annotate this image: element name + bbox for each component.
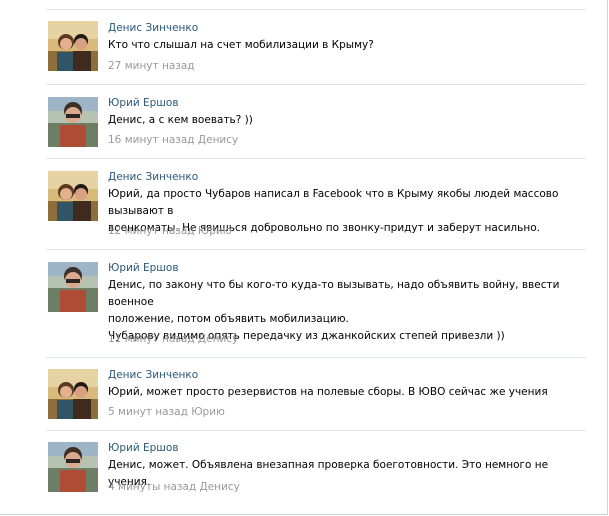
- comment-author-link[interactable]: Юрий Ершов: [108, 442, 179, 455]
- comment-time-link[interactable]: 4 минуты назад: [108, 481, 196, 493]
- comment-meta: 12 минут назад Юрию: [108, 225, 232, 238]
- comment-separator: [46, 249, 586, 250]
- man-photo-icon: [48, 442, 98, 492]
- man-photo-icon: [48, 97, 98, 147]
- comment-author-link[interactable]: Денис Зинченко: [108, 22, 198, 35]
- comment-time-link[interactable]: 27 минут назад: [108, 60, 195, 72]
- man-photo-icon: [48, 262, 98, 312]
- couple-photo-icon: [48, 171, 98, 221]
- comment-author-link[interactable]: Юрий Ершов: [108, 262, 179, 275]
- comment-text: Кто что слышал на счет мобилизации в Кры…: [108, 39, 374, 51]
- comment-meta: 27 минут назад: [108, 60, 195, 73]
- man-photo-avatar[interactable]: [48, 262, 98, 312]
- comment-reply-to-link[interactable]: Денису: [198, 333, 238, 345]
- comments-panel: Денис Зинченко Кто что слышал на счет мо…: [0, 0, 608, 515]
- comment-separator: [46, 430, 586, 431]
- comment-separator: [46, 357, 586, 358]
- man-photo-avatar[interactable]: [48, 442, 98, 492]
- couple-photo-avatar[interactable]: [48, 171, 98, 221]
- comment-meta: 11 минут назад Денису: [108, 333, 238, 346]
- comment-reply-to-link[interactable]: Денису: [198, 134, 238, 146]
- comment-author-link[interactable]: Юрий Ершов: [108, 97, 179, 110]
- man-photo-avatar[interactable]: [48, 97, 98, 147]
- couple-photo-avatar[interactable]: [48, 369, 98, 419]
- comment-reply-to-link[interactable]: Юрию: [191, 406, 225, 418]
- top-separator: [46, 9, 586, 10]
- comment-meta: 5 минут назад Юрию: [108, 406, 225, 419]
- couple-photo-icon: [48, 21, 98, 71]
- comment-meta: 16 минут назад Денису: [108, 134, 238, 147]
- comment-separator: [46, 84, 586, 85]
- comment-author-link[interactable]: Денис Зинченко: [108, 369, 198, 382]
- comment-text: Юрий, может просто резервистов на полевы…: [108, 386, 548, 398]
- comment-text: Денис, а с кем воевать? )): [108, 114, 253, 126]
- couple-photo-avatar[interactable]: [48, 21, 98, 71]
- comment-time-link[interactable]: 11 минут назад: [108, 333, 195, 345]
- comment-separator: [46, 158, 586, 159]
- comment-author-link[interactable]: Денис Зинченко: [108, 171, 198, 184]
- comment-time-link[interactable]: 12 минут назад: [108, 225, 195, 237]
- comment-time-link[interactable]: 5 минут назад: [108, 406, 188, 418]
- comment-reply-to-link[interactable]: Денису: [200, 481, 240, 493]
- comment-meta: 4 минуты назад Денису: [108, 481, 240, 494]
- couple-photo-icon: [48, 369, 98, 419]
- comment-time-link[interactable]: 16 минут назад: [108, 134, 195, 146]
- comment-reply-to-link[interactable]: Юрию: [198, 225, 232, 237]
